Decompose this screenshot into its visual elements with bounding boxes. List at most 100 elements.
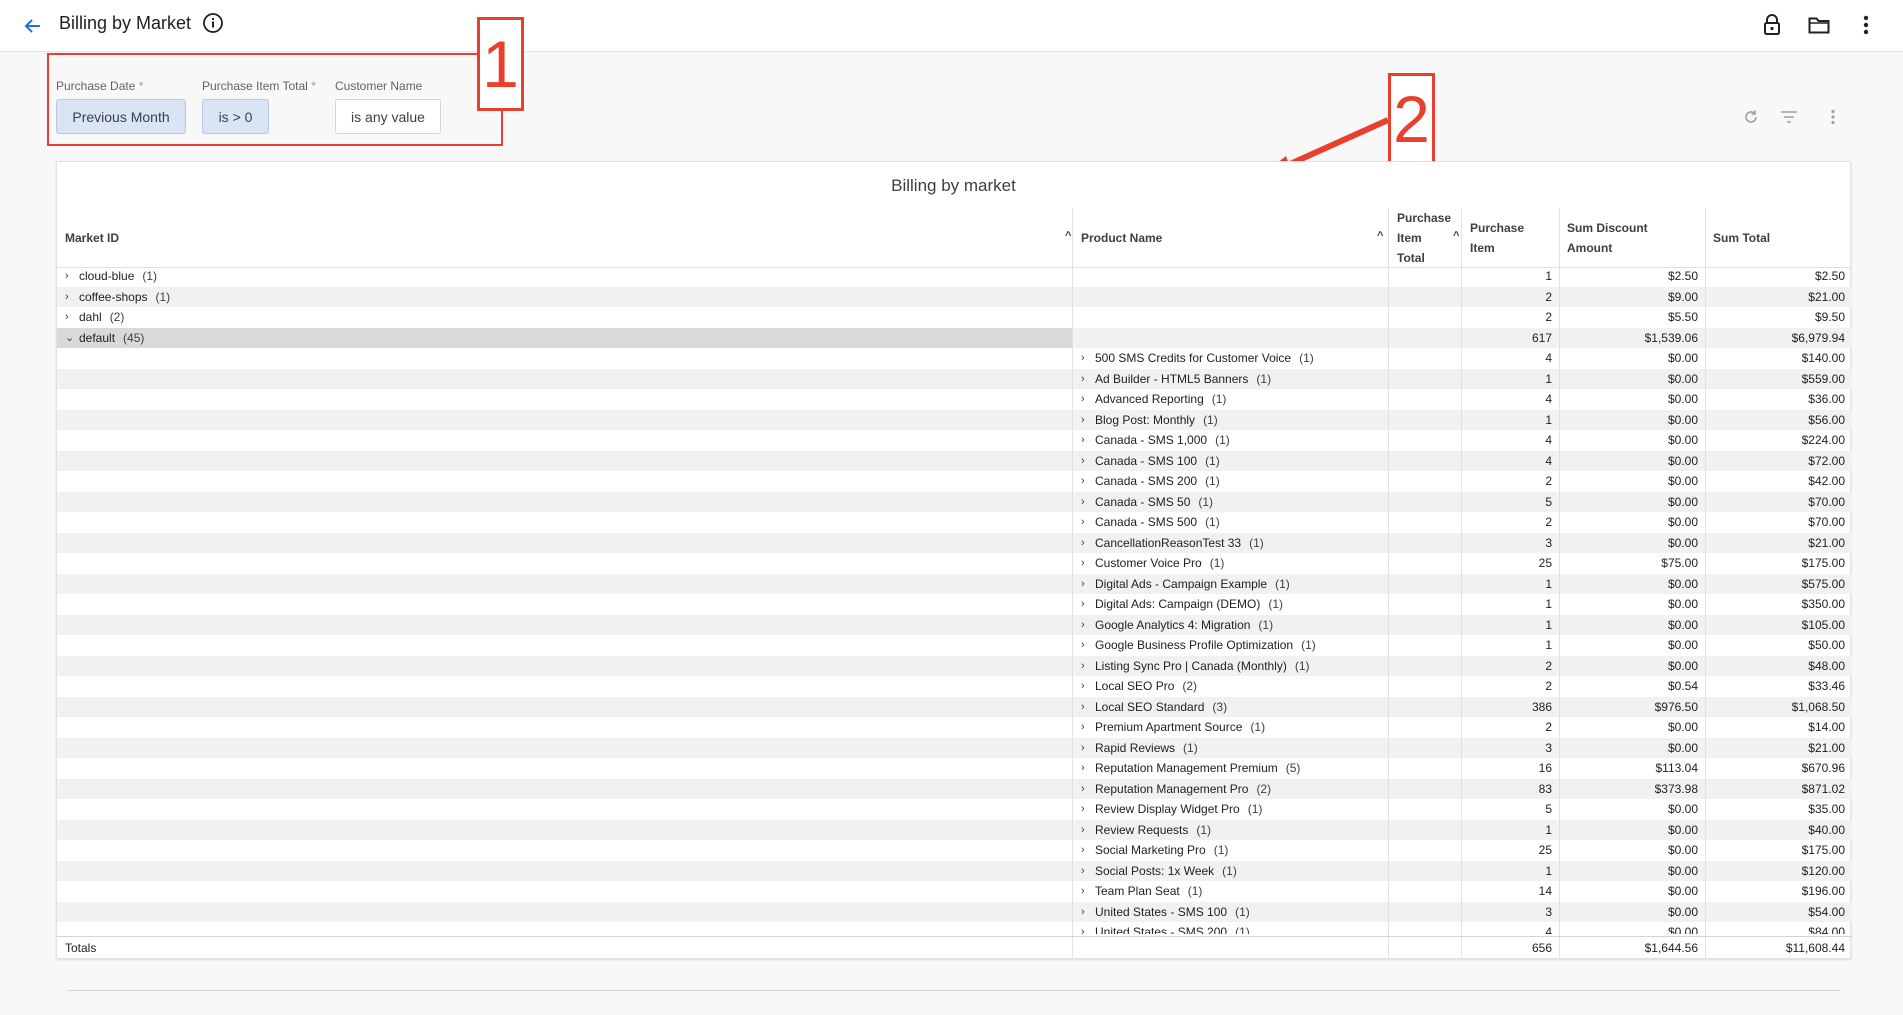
product-cell[interactable]: › Rapid Reviews (1) xyxy=(1072,738,1388,759)
info-icon[interactable] xyxy=(202,12,226,36)
chevron-right-icon[interactable]: › xyxy=(1081,701,1095,713)
chevron-right-icon[interactable]: › xyxy=(1081,434,1095,446)
product-cell[interactable]: › Blog Post: Monthly (1) xyxy=(1072,410,1388,431)
table-row[interactable]: › Customer Voice Pro (1) 25 $75.00 $175.00 xyxy=(57,553,1852,574)
product-cell[interactable]: › Social Posts: 1x Week (1) xyxy=(1072,861,1388,882)
product-cell[interactable]: › United States - SMS 100 (1) xyxy=(1072,902,1388,923)
product-cell[interactable] xyxy=(1072,328,1388,349)
table-row[interactable]: › Canada - SMS 50 (1) 5 $0.00 $70.00 xyxy=(57,491,1852,512)
table-row[interactable]: › coffee-shops (1) 2 $9.00 $21.00 xyxy=(57,286,1852,308)
table-row[interactable]: › CancellationReasonTest 33 (1) 3 $0.00 $21.0… xyxy=(57,532,1852,554)
product-cell[interactable]: › Canada - SMS 100 (1) xyxy=(1072,451,1388,472)
chevron-right-icon[interactable]: › xyxy=(1081,742,1095,754)
table-row[interactable]: › United States - SMS 100 (1) 3 $0.00 $54.00 xyxy=(57,901,1852,923)
chevron-right-icon[interactable]: › xyxy=(1081,475,1095,487)
product-cell[interactable]: › Google Business Profile Optimization (1) xyxy=(1072,635,1388,656)
chevron-right-icon[interactable]: › xyxy=(1081,578,1095,590)
market-cell[interactable] xyxy=(57,533,1072,554)
market-cell[interactable] xyxy=(57,717,1072,738)
table-row[interactable]: › Blog Post: Monthly (1) 1 $0.00 $56.00 xyxy=(57,409,1852,431)
col-sum-discount[interactable]: Sum Discount Amount xyxy=(1567,208,1702,268)
table-row[interactable]: › 500 SMS Credits for Customer Voice (1) 4 $… xyxy=(57,348,1852,369)
market-cell[interactable] xyxy=(57,922,1072,934)
product-cell[interactable]: › CancellationReasonTest 33 (1) xyxy=(1072,533,1388,554)
table-row[interactable]: › Ad Builder - HTML5 Banners (1) 1 $0.00 $559… xyxy=(57,368,1852,390)
chevron-right-icon[interactable]: › xyxy=(65,291,79,303)
table-row[interactable]: › Listing Sync Pro | Canada (Monthly) (1) 2… xyxy=(57,655,1852,677)
product-cell[interactable]: › Team Plan Seat (1) xyxy=(1072,881,1388,902)
product-cell[interactable]: › Canada - SMS 200 (1) xyxy=(1072,471,1388,492)
chevron-right-icon[interactable]: › xyxy=(1081,496,1095,508)
table-row[interactable]: › Canada - SMS 100 (1) 4 $0.00 $72.00 xyxy=(57,450,1852,472)
market-cell[interactable] xyxy=(57,369,1072,390)
table-row[interactable]: › Team Plan Seat (1) 14 $0.00 $196.00 xyxy=(57,881,1852,902)
back-arrow-icon[interactable] xyxy=(19,12,47,40)
col-product-name[interactable]: Product Name ^ xyxy=(1081,208,1391,268)
table-row[interactable]: › Social Marketing Pro (1) 25 $0.00 $175.00 xyxy=(57,840,1852,861)
table-row[interactable]: › Google Business Profile Optimization (1)… xyxy=(57,635,1852,656)
chevron-right-icon[interactable]: › xyxy=(1081,680,1095,692)
product-cell[interactable]: › United States - SMS 200 (1) xyxy=(1072,922,1388,934)
market-cell[interactable] xyxy=(57,902,1072,923)
table-row[interactable]: › Digital Ads - Campaign Example (1) 1 $0.00… xyxy=(57,573,1852,595)
chevron-right-icon[interactable]: › xyxy=(1081,824,1095,836)
table-row[interactable]: › dahl (2) 2 $5.50 $9.50 xyxy=(57,307,1852,328)
market-cell[interactable] xyxy=(57,451,1072,472)
chevron-right-icon[interactable]: › xyxy=(1081,639,1095,651)
chevron-right-icon[interactable]: › xyxy=(1081,373,1095,385)
market-cell[interactable] xyxy=(57,574,1072,595)
table-row[interactable]: › Review Display Widget Pro (1) 5 $0.00 $35.0… xyxy=(57,799,1852,820)
market-cell[interactable] xyxy=(57,635,1072,656)
chevron-right-icon[interactable]: › xyxy=(1081,455,1095,467)
market-cell[interactable]: › cloud-blue (1) xyxy=(57,266,1072,287)
market-cell[interactable]: › dahl (2) xyxy=(57,307,1072,328)
product-cell[interactable]: › Review Requests (1) xyxy=(1072,820,1388,841)
chevron-right-icon[interactable]: › xyxy=(1081,865,1095,877)
product-cell[interactable]: › Digital Ads - Campaign Example (1) xyxy=(1072,574,1388,595)
product-cell[interactable]: › Digital Ads: Campaign (DEMO) (1) xyxy=(1072,594,1388,615)
market-cell[interactable] xyxy=(57,615,1072,636)
chevron-right-icon[interactable]: › xyxy=(1081,721,1095,733)
chevron-right-icon[interactable]: › xyxy=(1081,557,1095,569)
product-cell[interactable]: › Reputation Management Premium (5) xyxy=(1072,758,1388,779)
market-cell[interactable] xyxy=(57,861,1072,882)
market-cell[interactable] xyxy=(57,820,1072,841)
product-cell[interactable] xyxy=(1072,287,1388,308)
col-market-id[interactable]: Market ID ^ xyxy=(65,208,1075,268)
table-row[interactable]: › Advanced Reporting (1) 4 $0.00 $36.00 xyxy=(57,389,1852,410)
table-row[interactable]: › Canada - SMS 200 (1) 2 $0.00 $42.00 xyxy=(57,471,1852,492)
chevron-right-icon[interactable]: › xyxy=(1081,885,1095,897)
chevron-right-icon[interactable]: › xyxy=(65,270,79,282)
market-cell[interactable] xyxy=(57,779,1072,800)
market-cell[interactable] xyxy=(57,553,1072,574)
market-cell[interactable] xyxy=(57,656,1072,677)
market-cell[interactable] xyxy=(57,389,1072,410)
table-row[interactable]: › Digital Ads: Campaign (DEMO) (1) 1 $0.00 $3… xyxy=(57,594,1852,615)
market-cell[interactable] xyxy=(57,471,1072,492)
chevron-right-icon[interactable]: › xyxy=(1081,803,1095,815)
sort-up-icon[interactable]: ^ xyxy=(1377,230,1383,242)
table-row[interactable]: › Reputation Management Premium (5) 16 $113.… xyxy=(57,758,1852,779)
market-cell[interactable] xyxy=(57,676,1072,697)
filter-icon[interactable] xyxy=(1778,106,1800,128)
chevron-right-icon[interactable]: › xyxy=(1081,598,1095,610)
more-vert-icon[interactable] xyxy=(1852,11,1880,39)
table-row[interactable]: › Rapid Reviews (1) 3 $0.00 $21.00 xyxy=(57,737,1852,759)
product-cell[interactable]: › Local SEO Standard (3) xyxy=(1072,697,1388,718)
market-cell[interactable]: › coffee-shops (1) xyxy=(57,287,1072,308)
market-cell[interactable]: ⌄ default (45) xyxy=(57,327,1072,348)
table-row[interactable]: › Canada - SMS 500 (1) 2 $0.00 $70.00 xyxy=(57,512,1852,533)
folder-icon[interactable] xyxy=(1805,11,1833,39)
table-row[interactable]: › Local SEO Standard (3) 386 $976.50 $1,068.5… xyxy=(57,696,1852,718)
table-row[interactable]: › Review Requests (1) 1 $0.00 $40.00 xyxy=(57,819,1852,841)
sort-up-icon[interactable]: ^ xyxy=(1453,230,1459,242)
product-cell[interactable]: › Advanced Reporting (1) xyxy=(1072,389,1388,410)
chevron-down-icon[interactable]: ⌄ xyxy=(65,331,79,344)
product-cell[interactable]: › Listing Sync Pro | Canada (Monthly) (1) xyxy=(1072,656,1388,677)
chevron-right-icon[interactable]: › xyxy=(1081,516,1095,528)
product-cell[interactable]: › Review Display Widget Pro (1) xyxy=(1072,799,1388,820)
table-row[interactable]: › Canada - SMS 1,000 (1) 4 $0.00 $224.00 xyxy=(57,430,1852,451)
product-cell[interactable]: › Local SEO Pro (2) xyxy=(1072,676,1388,697)
chevron-right-icon[interactable]: › xyxy=(1081,619,1095,631)
chevron-right-icon[interactable]: › xyxy=(1081,352,1095,364)
